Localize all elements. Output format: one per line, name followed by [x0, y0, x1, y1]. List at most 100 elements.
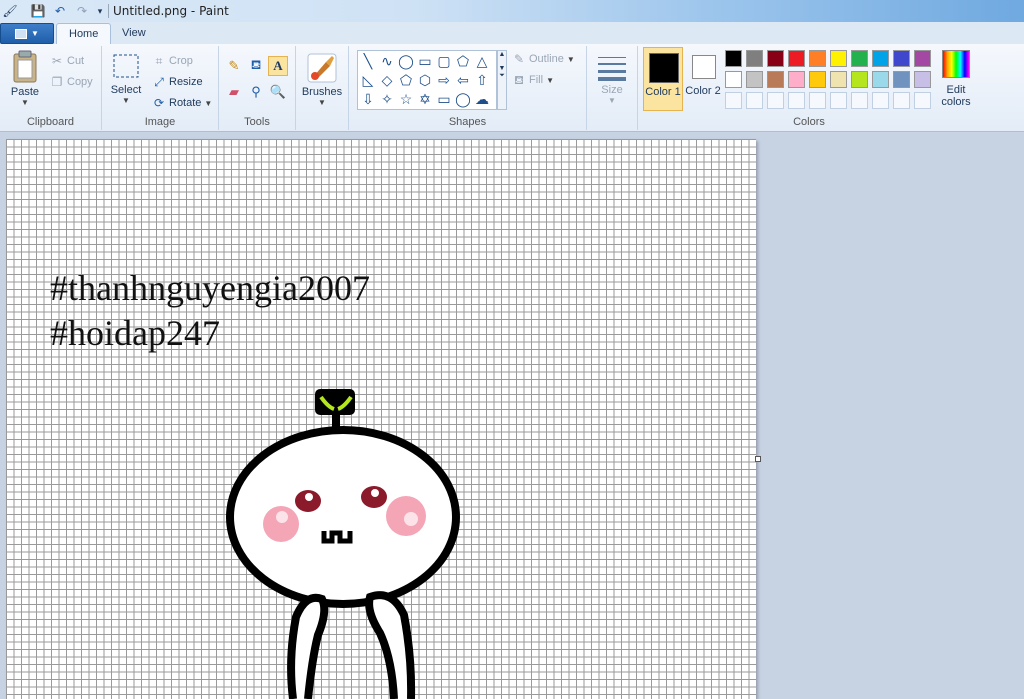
fill-icon: ⛾ — [514, 73, 524, 87]
text-tool-icon[interactable]: A — [268, 56, 288, 76]
select-button[interactable]: Select ▼ — [108, 52, 144, 105]
palette-color-swatch[interactable] — [725, 50, 742, 67]
five-point-star-shape-icon[interactable]: ☆ — [397, 90, 415, 108]
palette-color-swatch[interactable] — [851, 50, 868, 67]
palette-custom-slot[interactable] — [809, 92, 826, 109]
palette-color-swatch[interactable] — [893, 71, 910, 88]
palette-custom-slot[interactable] — [830, 92, 847, 109]
paint-menu-button[interactable]: ▼ — [0, 23, 54, 44]
rotate-button[interactable]: ⟳ Rotate ▼ — [152, 94, 212, 112]
color-2-button[interactable]: Color 2 — [685, 47, 721, 111]
edit-colors-icon — [942, 50, 970, 78]
palette-custom-slot[interactable] — [914, 92, 931, 109]
tab-view[interactable]: View — [110, 23, 158, 43]
oval-shape-icon[interactable]: ◯ — [397, 52, 415, 70]
palette-color-swatch[interactable] — [914, 50, 931, 67]
palette-color-swatch[interactable] — [767, 50, 784, 67]
line-shape-icon[interactable]: ╲ — [359, 52, 377, 70]
palette-color-swatch[interactable] — [725, 71, 742, 88]
palette-color-swatch[interactable] — [914, 71, 931, 88]
curve-shape-icon[interactable]: ∿ — [378, 52, 396, 70]
color-1-button[interactable]: Color 1 — [643, 47, 683, 111]
fill-button[interactable]: ⛾ Fill ▼ — [512, 71, 554, 89]
group-label-image: Image — [144, 116, 176, 128]
group-label-shapes: Shapes — [448, 116, 487, 128]
paint-app-icon[interactable]: 🖌 — [2, 3, 18, 19]
diamond-shape-icon[interactable]: ◇ — [378, 71, 396, 89]
rounded-callout-shape-icon[interactable]: ▭ — [435, 90, 453, 108]
palette-color-swatch[interactable] — [872, 50, 889, 67]
canvas-resize-handle[interactable] — [755, 456, 761, 462]
palette-color-swatch[interactable] — [809, 50, 826, 67]
six-point-star-shape-icon[interactable]: ✡ — [416, 90, 434, 108]
chevron-down-icon: ▼ — [122, 96, 130, 105]
left-arm — [287, 593, 329, 699]
copy-button[interactable]: ❐ Copy — [50, 73, 93, 91]
triangle-shape-icon[interactable]: △ — [473, 52, 491, 70]
rounded-rectangle-shape-icon[interactable]: ▢ — [435, 52, 453, 70]
menu-document-icon — [15, 28, 28, 39]
palette-color-swatch[interactable] — [788, 71, 805, 88]
color-2-swatch — [692, 55, 716, 79]
edit-colors-button[interactable]: Edit colors — [934, 50, 978, 108]
eraser-icon[interactable]: ▰ — [224, 82, 244, 102]
ribbon: Paste ▼ ✂ Cut ❐ Copy Clipboard Select ▼ … — [0, 44, 1024, 132]
drawing-canvas[interactable]: #thanhnguyengia2007 #hoidap247 — [6, 139, 756, 699]
hexagon-shape-icon[interactable]: ⬡ — [416, 71, 434, 89]
magnifier-icon[interactable]: 🔍 — [268, 82, 288, 102]
palette-color-swatch[interactable] — [746, 50, 763, 67]
rectangle-shape-icon[interactable]: ▭ — [416, 52, 434, 70]
cut-button[interactable]: ✂ Cut — [50, 52, 84, 70]
pencil-icon[interactable]: ✎ — [224, 56, 244, 76]
color-picker-icon[interactable]: ⚲ — [246, 82, 266, 102]
polygon-shape-icon[interactable]: ⬠ — [454, 52, 472, 70]
palette-color-swatch[interactable] — [746, 71, 763, 88]
chevron-down-icon: ▼ — [566, 54, 575, 64]
palette-custom-slot[interactable] — [725, 92, 742, 109]
chevron-down-icon: ▼ — [318, 98, 326, 107]
outline-button[interactable]: ✎ Outline ▼ — [512, 50, 575, 68]
palette-color-swatch[interactable] — [830, 50, 847, 67]
size-button[interactable]: Size ▼ — [592, 52, 632, 105]
undo-icon[interactable]: ↶ — [52, 3, 68, 19]
resize-icon: ⤢ — [154, 75, 164, 89]
palette-color-swatch[interactable] — [767, 71, 784, 88]
palette-custom-slot[interactable] — [851, 92, 868, 109]
right-triangle-shape-icon[interactable]: ◺ — [359, 71, 377, 89]
fill-bucket-icon[interactable]: ⛾ — [246, 56, 266, 76]
brushes-button[interactable]: Brushes ▼ — [300, 52, 344, 107]
oval-callout-shape-icon[interactable]: ◯ — [454, 90, 472, 108]
shapes-scrollbar[interactable]: ▲ ▼ ⏷ — [497, 50, 507, 110]
palette-color-swatch[interactable] — [872, 71, 889, 88]
four-point-star-shape-icon[interactable]: ✧ — [378, 90, 396, 108]
palette-custom-slot[interactable] — [788, 92, 805, 109]
left-arrow-shape-icon[interactable]: ⇦ — [454, 71, 472, 89]
palette-color-swatch[interactable] — [788, 50, 805, 67]
palette-custom-slot[interactable] — [872, 92, 889, 109]
redo-icon[interactable]: ↷ — [74, 3, 90, 19]
palette-color-swatch[interactable] — [809, 71, 826, 88]
palette-color-swatch[interactable] — [830, 71, 847, 88]
crop-button[interactable]: ⌗ Crop — [152, 52, 193, 70]
save-icon[interactable]: 💾 — [30, 3, 46, 19]
paste-button[interactable]: Paste ▼ — [6, 50, 44, 107]
palette-custom-slot[interactable] — [767, 92, 784, 109]
cloud-callout-shape-icon[interactable]: ☁ — [473, 90, 491, 108]
palette-custom-slot[interactable] — [893, 92, 910, 109]
resize-button[interactable]: ⤢ Resize — [152, 73, 202, 91]
down-arrow-shape-icon[interactable]: ⇩ — [359, 90, 377, 108]
tab-home[interactable]: Home — [56, 23, 112, 46]
chevron-down-icon: ▼ — [204, 98, 213, 108]
palette-custom-slot[interactable] — [746, 92, 763, 109]
right-arm — [365, 591, 416, 699]
pentagon-shape-icon[interactable]: ⬠ — [397, 71, 415, 89]
group-label-clipboard: Clipboard — [26, 116, 75, 128]
palette-color-swatch[interactable] — [893, 50, 910, 67]
size-group: Size ▼ — [587, 46, 638, 130]
up-arrow-shape-icon[interactable]: ⇧ — [473, 71, 491, 89]
outline-pen-icon: ✎ — [513, 52, 525, 66]
palette-color-swatch[interactable] — [851, 71, 868, 88]
customize-quick-access-icon[interactable]: ▾ — [92, 3, 108, 19]
chevron-down-icon: ▼ — [31, 29, 39, 38]
right-arrow-shape-icon[interactable]: ⇨ — [435, 71, 453, 89]
